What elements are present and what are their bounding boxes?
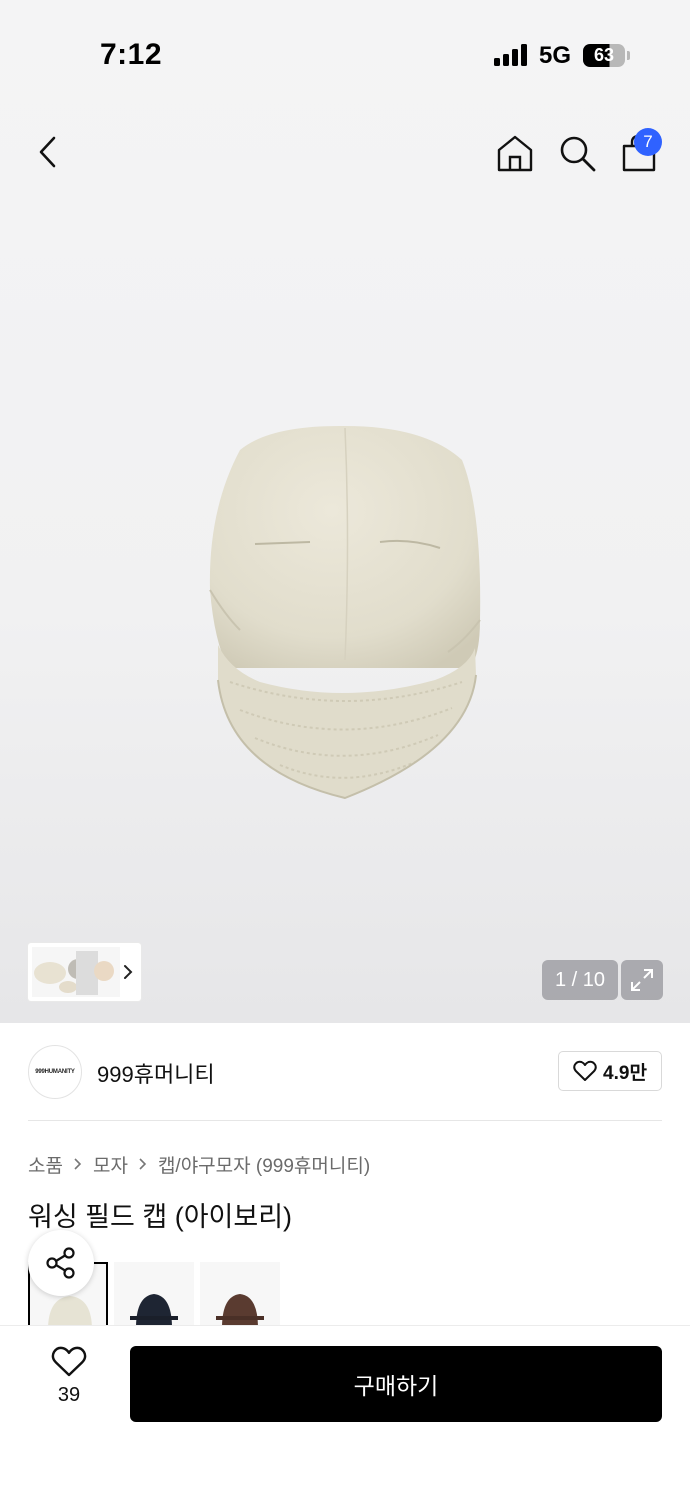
battery-icon: 63	[583, 44, 625, 67]
breadcrumb-item-subcategory[interactable]: 모자	[93, 1151, 128, 1178]
brand-name[interactable]: 999휴머니티	[97, 1057, 215, 1089]
wishlist-button[interactable]: 39	[38, 1346, 100, 1416]
breadcrumb-item-category[interactable]: 소품	[28, 1151, 63, 1178]
image-counter: 1 / 10	[542, 960, 618, 1000]
buy-button[interactable]: 구매하기	[130, 1346, 662, 1422]
back-button[interactable]	[26, 130, 70, 174]
breadcrumb: 소품 모자 캡/야구모자 (999휴머니티)	[28, 1151, 370, 1177]
thumbnail-strip[interactable]	[28, 943, 141, 1001]
bottom-action-bar: 39 구매하기	[0, 1325, 690, 1500]
search-button[interactable]	[554, 130, 600, 176]
heart-icon	[51, 1346, 87, 1377]
color-option-brown[interactable]	[200, 1262, 280, 1326]
brand-logo-text: 999HUMANITY	[35, 1069, 75, 1075]
divider	[28, 1120, 662, 1121]
share-button[interactable]	[28, 1230, 94, 1296]
thumbnail-image	[32, 947, 120, 997]
network-type: 5G	[539, 42, 572, 69]
wishlist-count: 39	[57, 1384, 81, 1406]
chevron-left-icon	[39, 136, 56, 168]
color-option-image	[216, 1294, 264, 1326]
battery-nub	[627, 51, 630, 60]
product-gallery[interactable]: 7:12 5G 63 7 1 / 10	[0, 0, 690, 1023]
battery-level: 63	[593, 45, 615, 65]
heart-icon	[573, 1060, 597, 1081]
brand-row[interactable]: 999HUMANITY 999휴머니티 4.9만	[0, 1023, 690, 1121]
color-option-navy[interactable]	[114, 1262, 194, 1326]
color-option-image	[48, 1296, 92, 1326]
home-button[interactable]	[492, 130, 538, 176]
cart-count-badge: 7	[634, 128, 662, 156]
home-icon	[497, 135, 533, 172]
product-title: 워싱 필드 캡 (아이보리)	[28, 1202, 293, 1232]
color-option-image	[130, 1294, 178, 1326]
brand-like-button[interactable]: 4.9만	[558, 1051, 662, 1091]
brand-like-count: 4.9만	[603, 1062, 647, 1084]
top-nav	[0, 110, 690, 194]
status-bar: 7:12 5G 63	[0, 0, 690, 110]
expand-button[interactable]	[621, 960, 663, 1000]
chevron-right-icon	[124, 965, 133, 979]
brand-logo[interactable]: 999HUMANITY	[28, 1045, 82, 1099]
signal-icon	[494, 44, 528, 66]
chevron-right-icon	[74, 1158, 82, 1170]
status-time: 7:12	[100, 38, 163, 71]
product-image[interactable]	[200, 420, 490, 810]
search-icon	[560, 136, 596, 172]
expand-icon	[631, 969, 653, 991]
chevron-right-icon	[139, 1158, 147, 1170]
share-icon	[46, 1247, 75, 1279]
breadcrumb-item-type[interactable]: 캡/야구모자 (999휴머니티)	[158, 1151, 370, 1178]
